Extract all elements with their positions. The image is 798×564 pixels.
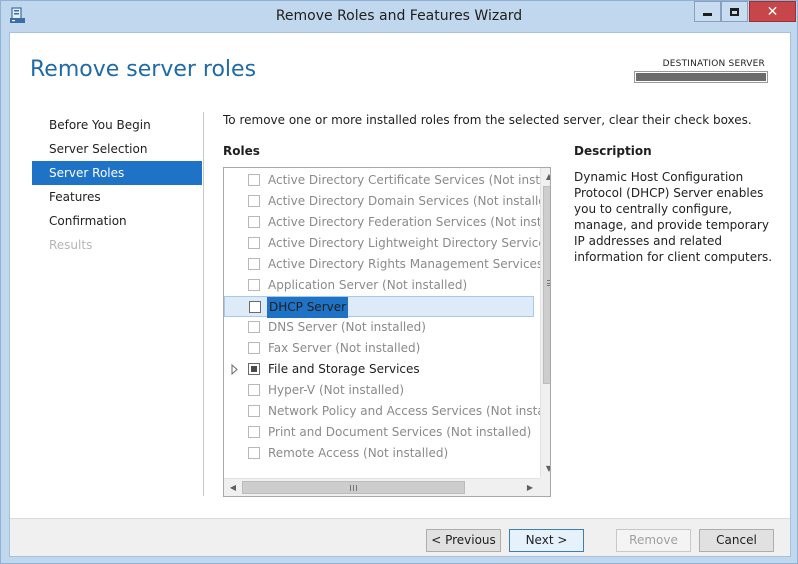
previous-button[interactable]: < Previous (426, 529, 501, 552)
nav-item-server-roles[interactable]: Server Roles (32, 161, 202, 185)
roles-tree[interactable]: Active Directory Certificate Services (N… (223, 167, 551, 497)
role-row-application-server[interactable]: Application Server (Not installed) (224, 275, 534, 296)
role-row-hyper-v[interactable]: Hyper-V (Not installed) (224, 380, 534, 401)
cancel-button[interactable]: Cancel (699, 529, 774, 552)
grip-icon (350, 485, 357, 491)
role-row-remote-access[interactable]: Remote Access (Not installed) (224, 443, 534, 464)
scrollbar-corner (540, 478, 550, 496)
role-row-fax-server[interactable]: Fax Server (Not installed) (224, 338, 534, 359)
role-label: Application Server (Not installed) (268, 278, 468, 292)
role-checkbox[interactable] (248, 447, 260, 459)
title-bar[interactable]: Remove Roles and Features Wizard ✕ (1, 1, 797, 32)
scroll-down-icon[interactable]: ▼ (541, 461, 550, 477)
role-row-file-and-storage-services[interactable]: File and Storage Services (224, 359, 534, 380)
triangle-right-icon[interactable] (229, 359, 239, 380)
scroll-left-icon[interactable]: ◀ (225, 479, 241, 496)
role-label: DNS Server (Not installed) (268, 320, 426, 334)
role-checkbox[interactable] (248, 426, 260, 438)
wizard-body: Remove server roles DESTINATION SERVER B… (9, 32, 791, 557)
role-checkbox[interactable] (248, 258, 260, 270)
maximize-icon (730, 7, 739, 16)
close-icon: ✕ (766, 3, 779, 20)
role-label: Fax Server (Not installed) (268, 341, 421, 355)
role-row-ad-lightweight-directory-services[interactable]: Active Directory Lightweight Directory S… (224, 233, 550, 254)
horizontal-scroll-thumb[interactable] (242, 481, 465, 494)
role-label: Active Directory Federation Services (No… (268, 215, 551, 229)
role-label: Active Directory Rights Management Servi… (268, 257, 551, 271)
minimize-button[interactable] (694, 1, 721, 22)
role-checkbox[interactable] (249, 301, 261, 313)
role-label: Remote Access (Not installed) (268, 446, 449, 460)
grip-icon (547, 280, 550, 286)
roles-list: Active Directory Certificate Services (N… (224, 170, 550, 464)
role-row-ad-certificate-services[interactable]: Active Directory Certificate Services (N… (224, 170, 550, 191)
remove-button: Remove (616, 529, 691, 552)
destination-server-label: DESTINATION SERVER (662, 59, 765, 69)
role-checkbox[interactable] (248, 384, 260, 396)
next-button[interactable]: Next > (509, 529, 584, 552)
role-row-ad-federation-services[interactable]: Active Directory Federation Services (No… (224, 212, 550, 233)
role-row-ad-rights-management-services[interactable]: Active Directory Rights Management Servi… (224, 254, 550, 275)
vertical-scroll-thumb[interactable] (543, 186, 550, 384)
nav-item-before-you-begin[interactable]: Before You Begin (32, 113, 202, 137)
roles-heading: Roles (223, 144, 260, 158)
role-label: Hyper-V (Not installed) (268, 383, 405, 397)
page-title: Remove server roles (30, 57, 257, 82)
nav-item-results: Results (49, 238, 93, 252)
role-row-dhcp-server[interactable]: DHCP Server (224, 296, 534, 318)
role-row-network-policy-and-access-services[interactable]: Network Policy and Access Services (Not … (224, 401, 550, 422)
horizontal-scrollbar[interactable]: ◀ ▶ (224, 478, 540, 496)
role-row-dns-server[interactable]: DNS Server (Not installed) (224, 317, 534, 338)
vertical-scrollbar[interactable]: ▲ ▼ (540, 168, 550, 478)
scroll-right-icon[interactable]: ▶ (522, 479, 538, 496)
role-label: Print and Document Services (Not install… (268, 425, 532, 439)
description-heading: Description (574, 144, 652, 158)
role-label: Active Directory Lightweight Directory S… (268, 236, 551, 250)
role-checkbox[interactable] (248, 279, 260, 291)
instruction-text: To remove one or more installed roles fr… (223, 113, 752, 127)
role-checkbox[interactable] (248, 321, 260, 333)
role-label: Network Policy and Access Services (Not … (268, 404, 551, 418)
minimize-icon (703, 13, 712, 16)
close-button[interactable]: ✕ (749, 1, 796, 22)
role-checkbox[interactable] (248, 363, 260, 375)
nav-item-server-selection[interactable]: Server Selection (32, 137, 202, 161)
wizard-header: Remove server roles DESTINATION SERVER (10, 33, 790, 111)
wizard-window: Remove Roles and Features Wizard ✕ Remov… (0, 0, 798, 564)
wizard-footer: < Previous Next > Remove Cancel (10, 518, 790, 556)
role-checkbox[interactable] (248, 405, 260, 417)
role-checkbox[interactable] (248, 216, 260, 228)
scroll-up-icon[interactable]: ▲ (541, 169, 550, 185)
nav-divider (203, 112, 204, 496)
wizard-nav: Before You Begin Server Selection Server… (32, 113, 202, 257)
nav-item-features[interactable]: Features (32, 185, 202, 209)
role-row-ad-domain-services[interactable]: Active Directory Domain Services (Not in… (224, 191, 550, 212)
role-label: File and Storage Services (268, 362, 420, 376)
role-label: Active Directory Domain Services (Not in… (268, 194, 551, 208)
role-checkbox[interactable] (248, 195, 260, 207)
role-row-print-and-document-services[interactable]: Print and Document Services (Not install… (224, 422, 534, 443)
nav-item-confirmation[interactable]: Confirmation (32, 209, 202, 233)
role-label: Active Directory Certificate Services (N… (268, 173, 551, 187)
role-checkbox[interactable] (248, 237, 260, 249)
window-title: Remove Roles and Features Wizard (275, 8, 523, 24)
role-checkbox[interactable] (248, 342, 260, 354)
maximize-button[interactable] (721, 1, 748, 22)
role-checkbox[interactable] (248, 174, 260, 186)
destination-server-name-redacted (634, 71, 768, 83)
role-label: DHCP Server (267, 297, 349, 318)
description-text: Dynamic Host Configuration Protocol (DHC… (574, 170, 773, 264)
